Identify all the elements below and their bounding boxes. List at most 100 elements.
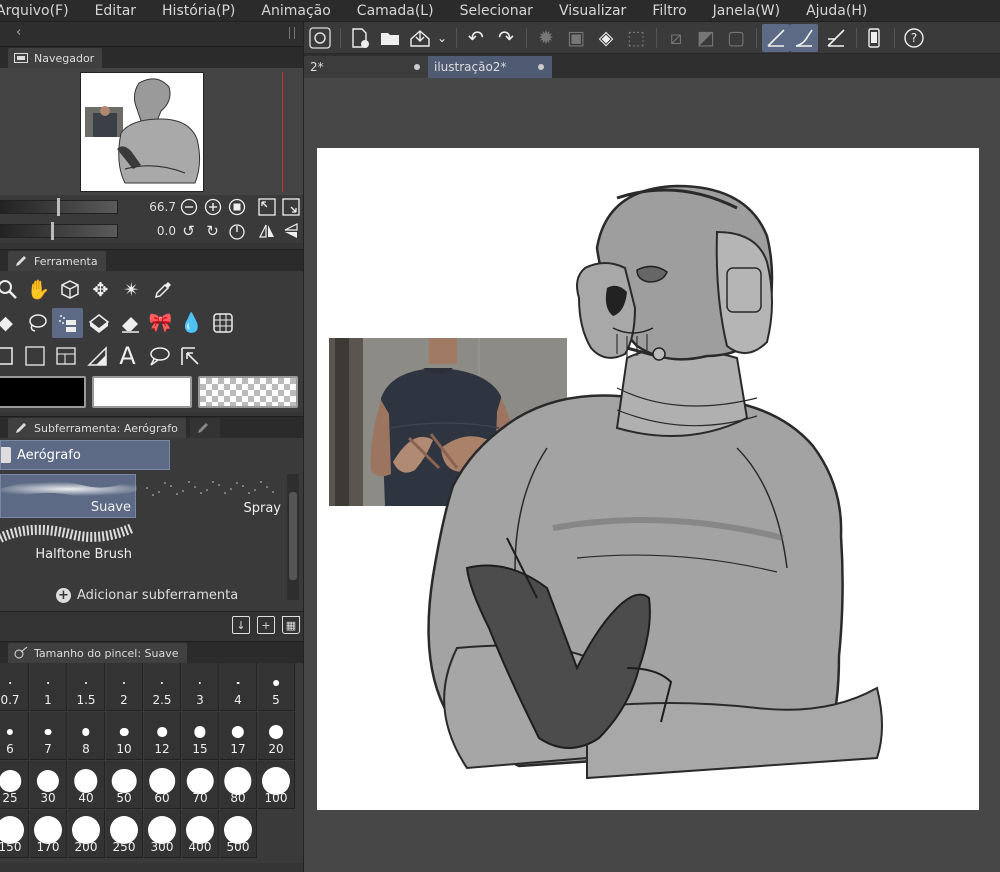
brush-size-cell[interactable]: 12 — [144, 712, 181, 760]
frame-tool-icon[interactable] — [50, 341, 81, 371]
fill-command-icon[interactable]: ◈ — [592, 24, 620, 52]
fill-tool-icon[interactable] — [83, 308, 114, 338]
selection-border-icon[interactable]: ▢ — [722, 24, 750, 52]
text-tool-icon[interactable]: A — [112, 341, 143, 371]
document-tab-2[interactable]: 2* — [304, 56, 428, 78]
invert-selection-icon[interactable]: ◩ — [692, 24, 720, 52]
subtool-scrollbar-thumb[interactable] — [289, 492, 297, 580]
correct-line-tool-icon[interactable] — [174, 341, 205, 371]
rectangle-tool-icon[interactable] — [19, 341, 50, 371]
subtool-group-aerografo[interactable]: Aerógrafo — [0, 440, 170, 470]
document-tab-ilustracao2[interactable]: ilustração2* — [428, 56, 552, 78]
brush-size-tab[interactable]: Tamanho do pincel: Suave — [8, 643, 187, 663]
ruler-tool-icon[interactable] — [81, 341, 112, 371]
panel-grip-icon[interactable] — [289, 27, 295, 39]
brush-spray[interactable]: Spray — [137, 474, 285, 518]
transparent-color-swatch[interactable] — [198, 376, 298, 408]
subtool-scrollbar[interactable] — [287, 474, 299, 600]
tool-tab[interactable]: Ferramenta — [8, 251, 106, 271]
blend-tool-icon[interactable]: 💧 — [176, 308, 207, 338]
brush-size-cell[interactable]: 200 — [68, 810, 105, 858]
brush-size-cell[interactable]: 17 — [220, 712, 257, 760]
brush-size-cell[interactable]: 0.7 — [0, 663, 29, 711]
brush-size-cell[interactable]: 1 — [30, 663, 67, 711]
app-logo-icon[interactable] — [306, 24, 334, 52]
duplicate-icon[interactable]: + — [257, 616, 275, 634]
canvas-paper[interactable] — [317, 148, 979, 810]
menu-visualizar[interactable]: Visualizar — [559, 3, 626, 19]
pen-tool-icon[interactable]: ◆ — [0, 308, 21, 338]
brush-size-cell[interactable]: 10 — [106, 712, 143, 760]
object-tool-icon[interactable] — [54, 275, 85, 305]
navigator-thumbnail[interactable] — [80, 72, 204, 192]
menu-editar[interactable]: Editar — [95, 3, 136, 19]
new-canvas-icon[interactable] — [346, 24, 374, 52]
snap-ruler-icon[interactable] — [762, 24, 790, 52]
subtool-secondary-tab[interactable] — [189, 418, 220, 438]
lasso-tool-icon[interactable] — [21, 308, 52, 338]
add-subtool-button[interactable]: + Adicionar subferramenta — [56, 588, 238, 603]
brush-size-cell[interactable]: 500 — [220, 810, 257, 858]
undo-icon[interactable]: ↶ — [462, 24, 490, 52]
navigator-preview[interactable] — [0, 68, 303, 195]
flip-horizontal-icon[interactable] — [256, 221, 277, 242]
actual-size-icon[interactable] — [280, 197, 301, 218]
brush-size-cell[interactable]: 2.5 — [144, 663, 181, 711]
brush-size-cell[interactable]: 170 — [30, 810, 67, 858]
snap-special-ruler-icon[interactable] — [790, 24, 818, 52]
brush-size-cell[interactable]: 400 — [182, 810, 219, 858]
brush-size-cell[interactable]: 30 — [30, 761, 67, 809]
menu-camada[interactable]: Camada(L) — [357, 3, 434, 19]
brush-size-cell[interactable]: 3 — [182, 663, 219, 711]
brush-size-cell[interactable]: 100 — [258, 761, 295, 809]
brush-size-cell[interactable]: 20 — [258, 712, 295, 760]
zoom-tool-icon[interactable] — [0, 275, 23, 305]
menu-arquivo[interactable]: Arquivo(F) — [0, 3, 69, 19]
deselect-icon[interactable]: ⧄ — [662, 24, 690, 52]
navigator-tab[interactable]: Navegador — [8, 48, 103, 68]
brush-size-cell[interactable]: 2 — [106, 663, 143, 711]
brush-size-cell[interactable]: 7 — [30, 712, 67, 760]
zoom-slider[interactable] — [0, 198, 118, 216]
fit-window-icon[interactable] — [256, 197, 277, 218]
auto-select-tool-icon[interactable]: ✴ — [116, 275, 147, 305]
brush-size-cell[interactable]: 60 — [144, 761, 181, 809]
menu-janela[interactable]: Janela(W) — [713, 3, 780, 19]
gradient-tool-icon[interactable] — [207, 308, 238, 338]
brush-size-cell[interactable]: 6 — [0, 712, 29, 760]
brush-size-cell[interactable]: 25 — [0, 761, 29, 809]
airbrush-tool-icon[interactable] — [52, 307, 83, 338]
figure-tool-icon[interactable] — [0, 341, 19, 371]
brush-size-cell[interactable]: 80 — [220, 761, 257, 809]
flip-vertical-icon[interactable] — [280, 221, 301, 242]
help-icon[interactable]: ? — [900, 24, 928, 52]
brush-size-cell[interactable]: 300 — [144, 810, 181, 858]
fit-stop-icon[interactable] — [226, 197, 247, 218]
rotate-right-icon[interactable]: ↻ — [202, 221, 223, 242]
brush-halftone[interactable]: Halftone Brush — [0, 520, 136, 564]
menu-historia[interactable]: História(P) — [162, 3, 235, 19]
balloon-tool-icon[interactable] — [143, 341, 174, 371]
menu-filtro[interactable]: Filtro — [652, 3, 686, 19]
canvas-area[interactable] — [304, 78, 1000, 872]
brush-size-cell[interactable]: 5 — [258, 663, 295, 711]
loading-icon[interactable]: ✹ — [532, 24, 560, 52]
reset-rotation-icon[interactable] — [226, 221, 247, 242]
save-dropdown-icon[interactable]: ⌄ — [428, 24, 456, 52]
sub-color-swatch[interactable] — [92, 376, 192, 408]
rotation-slider-knob[interactable] — [51, 222, 54, 240]
decoration-tool-icon[interactable]: 🎀 — [145, 308, 176, 338]
smartphone-icon[interactable] — [860, 24, 888, 52]
brush-suave[interactable]: Suave — [0, 474, 137, 518]
brush-size-cell[interactable]: 4 — [220, 663, 257, 711]
import-icon[interactable]: ↓ — [232, 616, 250, 634]
zoom-slider-knob[interactable] — [57, 198, 60, 216]
menu-ajuda[interactable]: Ajuda(H) — [806, 3, 867, 19]
rotate-left-icon[interactable]: ↺ — [178, 221, 199, 242]
move-tool-icon[interactable]: ✥ — [85, 275, 116, 305]
brush-size-cell[interactable]: 1.5 — [68, 663, 105, 711]
zoom-out-icon[interactable] — [178, 197, 199, 218]
collapse-arrow-icon[interactable]: ‹ — [16, 25, 21, 40]
eyedropper-tool-icon[interactable] — [147, 275, 178, 305]
rotation-slider[interactable] — [0, 222, 118, 240]
